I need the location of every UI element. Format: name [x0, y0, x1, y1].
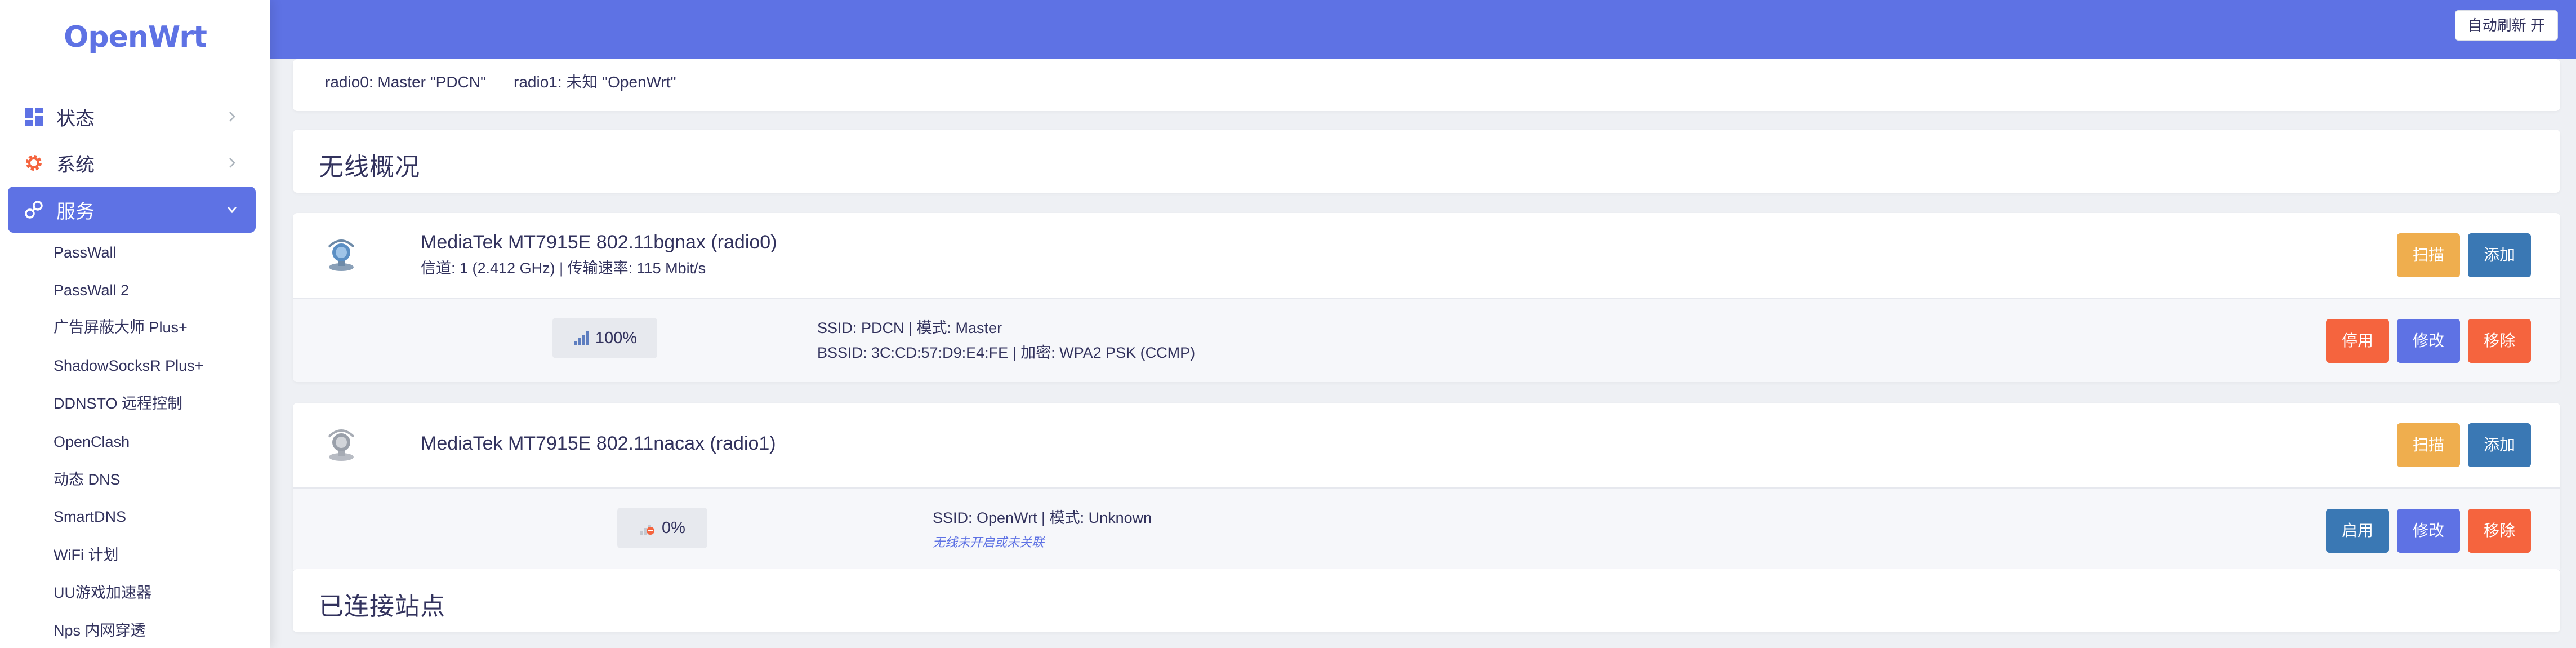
tab-radio0[interactable]: radio0: Master "PDCN" [325, 59, 486, 111]
signal-none-icon [640, 525, 655, 535]
sidebar-item-label: 状态 [56, 108, 95, 130]
tab-radio1[interactable]: radio1: 未知 "OpenWrt" [514, 59, 676, 111]
sidebar-subitem-nps[interactable]: Nps 内网穿透 [54, 619, 146, 642]
radio1-card: MediaTek MT7915E 802.11nacax (radio1) 扫描… [293, 403, 2560, 572]
top-header: 自动刷新 开 [270, 0, 2576, 59]
sidebar: OpenWrt 状态 系统 服务 PassWall PassWall 2 广告屏… [0, 0, 270, 648]
wireless-radio-disabled-icon [328, 429, 355, 461]
openwrt-logo[interactable]: OpenWrt [0, 20, 270, 54]
wireless-overview-header: 无线概况 [293, 130, 2560, 193]
radio0-header: MediaTek MT7915E 802.11bgnax (radio0) 信道… [293, 213, 2560, 298]
sidebar-subitem-smartdns[interactable]: SmartDNS [54, 505, 126, 528]
dashboard-icon [23, 105, 45, 128]
sidebar-item-services[interactable]: 服务 [8, 187, 256, 233]
connected-stations-header: 已连接站点 [293, 569, 2560, 632]
sidebar-subitem-wifi-schedule[interactable]: WiFi 计划 [54, 544, 118, 566]
radio1-signal-value: 0% [662, 518, 685, 537]
sidebar-subitem-ddnsto[interactable]: DDNSTO 远程控制 [54, 392, 182, 415]
radio0-signal-badge: 100% [552, 318, 657, 358]
radio1-network-row: 0% SSID: OpenWrt | 模式: Unknown 无线未开启或未关联… [293, 487, 2560, 572]
radio1-header: MediaTek MT7915E 802.11nacax (radio1) 扫描… [293, 403, 2560, 487]
signal-strength-icon [573, 331, 589, 345]
radio0-ssid-line: SSID: PDCN | 模式: Master [817, 319, 1002, 336]
sidebar-item-status[interactable]: 状态 [8, 94, 256, 140]
sidebar-subitem-passwall[interactable]: PassWall [54, 241, 117, 264]
radio-tabs: radio0: Master "PDCN" radio1: 未知 "OpenWr… [293, 59, 2560, 111]
sidebar-item-label: 系统 [56, 154, 95, 176]
radio0-details: 信道: 1 (2.412 GHz) | 传输速率: 115 Mbit/s [421, 260, 706, 277]
services-icon [23, 198, 45, 221]
radio1-name: MediaTek MT7915E 802.11nacax (radio1) [421, 433, 776, 454]
sidebar-subitem-dynamic-dns[interactable]: 动态 DNS [54, 468, 121, 491]
chevron-right-icon [221, 152, 243, 174]
gear-icon [23, 152, 45, 174]
radio1-enable-button[interactable]: 启用 [2326, 509, 2389, 553]
radio1-edit-button[interactable]: 修改 [2397, 509, 2460, 553]
radio0-network-row: 100% SSID: PDCN | 模式: Master BSSID: 3C:C… [293, 298, 2560, 382]
radio0-add-button[interactable]: 添加 [2468, 233, 2531, 277]
radio0-remove-button[interactable]: 移除 [2468, 319, 2531, 363]
radio1-status-note: 无线未开启或未关联 [933, 535, 1045, 549]
radio1-ssid-line: SSID: OpenWrt | 模式: Unknown [933, 509, 1152, 526]
chevron-down-icon [221, 198, 243, 221]
radio0-disable-button[interactable]: 停用 [2326, 319, 2389, 363]
sidebar-subitem-adblock-plus[interactable]: 广告屏蔽大师 Plus+ [54, 316, 188, 339]
radio1-scan-button[interactable]: 扫描 [2397, 423, 2460, 467]
radio0-name: MediaTek MT7915E 802.11bgnax (radio0) [421, 232, 777, 253]
page-title: 无线概况 [319, 153, 420, 181]
section-title-stations: 已连接站点 [319, 593, 445, 620]
radio1-signal-badge: 0% [617, 508, 707, 548]
sidebar-subitem-uu-accelerator[interactable]: UU游戏加速器 [54, 582, 151, 604]
radio0-bssid-line: BSSID: 3C:CD:57:D9:E4:FE | 加密: WPA2 PSK … [817, 344, 1196, 361]
radio0-signal-value: 100% [595, 329, 638, 347]
radio1-add-button[interactable]: 添加 [2468, 423, 2531, 467]
sidebar-item-label: 服务 [56, 201, 95, 223]
radio0-card: MediaTek MT7915E 802.11bgnax (radio0) 信道… [293, 213, 2560, 382]
auto-refresh-button[interactable]: 自动刷新 开 [2454, 10, 2558, 41]
radio1-remove-button[interactable]: 移除 [2468, 509, 2531, 553]
sidebar-subitem-ssr-plus[interactable]: ShadowSocksR Plus+ [54, 354, 203, 377]
sidebar-subitem-passwall2[interactable]: PassWall 2 [54, 279, 129, 301]
radio0-scan-button[interactable]: 扫描 [2397, 233, 2460, 277]
sidebar-subitem-openclash[interactable]: OpenClash [54, 430, 130, 453]
radio0-edit-button[interactable]: 修改 [2397, 319, 2460, 363]
wireless-radio-icon [328, 239, 355, 271]
chevron-right-icon [221, 105, 243, 128]
sidebar-item-system[interactable]: 系统 [8, 140, 256, 186]
